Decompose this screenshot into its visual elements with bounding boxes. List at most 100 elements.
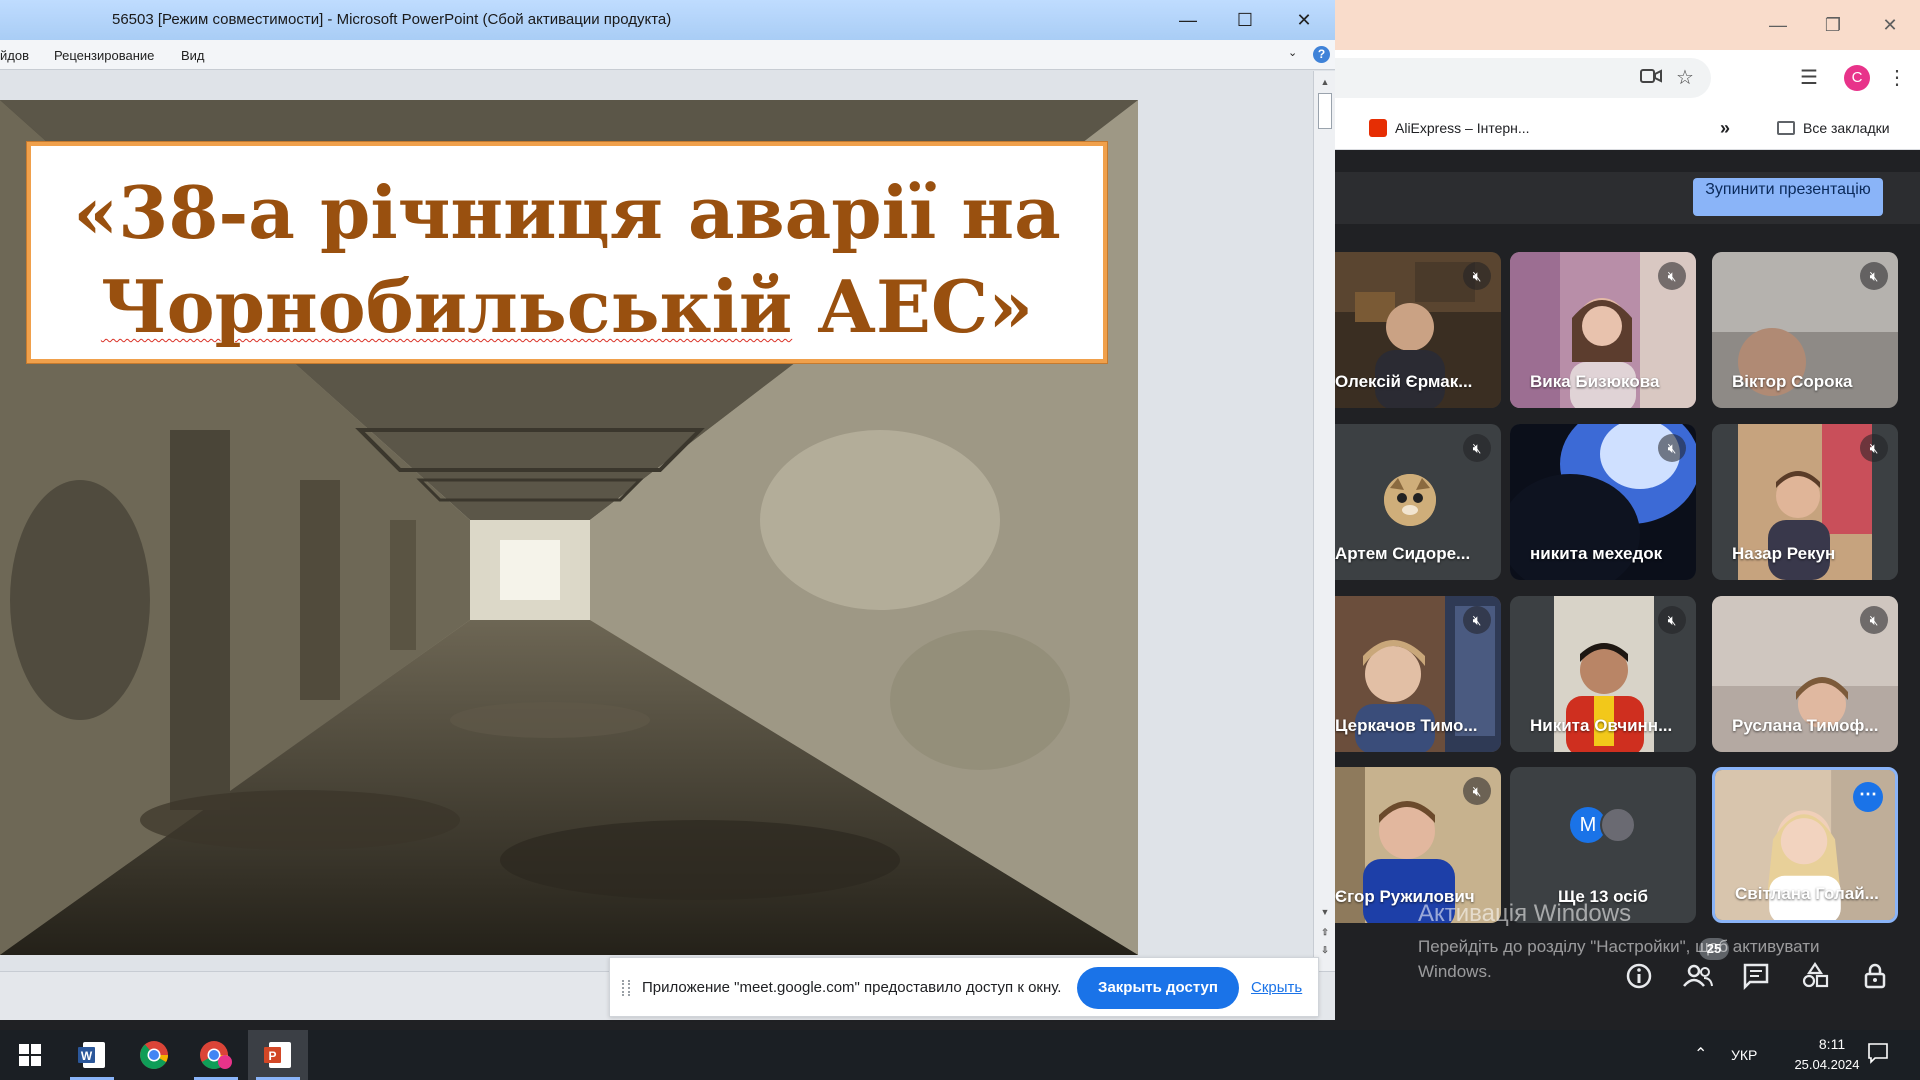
address-bar[interactable]: ☆ [1335, 58, 1711, 98]
notifications-icon[interactable] [1867, 1042, 1889, 1067]
clock-date[interactable]: 25.04.2024 [1777, 1057, 1877, 1072]
participant-tile[interactable]: 🔇︎ Олексій Єрмак... [1315, 252, 1501, 408]
host-controls-icon[interactable] [1857, 962, 1893, 998]
participant-name: Артем Сидоре... [1335, 544, 1471, 563]
input-language[interactable]: УКР [1731, 1047, 1757, 1063]
participant-tile[interactable]: 🔇︎ Церкачов Тимо... [1315, 596, 1501, 752]
all-bookmarks-label: Все закладки [1803, 120, 1890, 136]
share-message: Приложение "meet.google.com" предоставил… [642, 979, 1062, 996]
minimize-icon[interactable]: — [1168, 6, 1208, 34]
previous-slide-icon[interactable]: ⇧ [1314, 927, 1336, 938]
clock-time[interactable]: 8:11 [1797, 1036, 1867, 1052]
participant-tile[interactable]: 🔇︎ Артем Сидоре... [1315, 424, 1501, 580]
scroll-thumb[interactable] [1318, 93, 1332, 129]
camera-icon[interactable] [1637, 64, 1665, 92]
windows-activation-watermark: Активація Windows Перейдіть до розділу "… [1418, 900, 1820, 984]
tab-view[interactable]: Вид [181, 48, 205, 63]
next-slide-icon[interactable]: ⇩ [1314, 945, 1336, 956]
mic-off-icon: 🔇︎ [1658, 262, 1686, 290]
ribbon-collapse-icon[interactable]: ⌄ [1288, 46, 1297, 59]
word-icon: W [78, 1042, 105, 1068]
participant-tile[interactable]: 🔇︎ Никита Овчинн... [1510, 596, 1696, 752]
all-bookmarks[interactable]: Все закладки [1777, 117, 1890, 139]
bookmark-aliexpress-label: AliExpress – Інтерн... [1395, 120, 1530, 136]
misspelled-word: Чорнобильській [100, 264, 793, 349]
maximize-icon[interactable]: ☐ [1225, 6, 1265, 34]
powerpoint-icon: P [264, 1042, 291, 1068]
stop-sharing-button[interactable]: Закрыть доступ [1077, 967, 1239, 1009]
powerpoint-titlebar: 56503 [Режим совместимости] - Microsoft … [0, 0, 1335, 40]
more-options-icon[interactable]: ⋯ [1853, 782, 1883, 812]
hide-link[interactable]: Скрыть [1251, 979, 1302, 996]
svg-text:P: P [268, 1049, 276, 1063]
participant-tile[interactable]: 🔇︎ Руслана Тимоф... [1712, 596, 1898, 752]
show-hidden-icons[interactable]: ⌃ [1694, 1044, 1707, 1064]
mic-off-icon: 🔇︎ [1658, 434, 1686, 462]
taskbar-chrome-profile[interactable] [186, 1030, 246, 1080]
slide[interactable]: «38-а річниця аварії на Чорнобильській А… [0, 100, 1138, 955]
chrome-profile-icon [200, 1041, 232, 1069]
participant-tile[interactable]: 🔇︎ Вика Бизюкова [1510, 252, 1696, 408]
slide-title-box[interactable]: «38-а річниця аварії на Чорнобильській А… [27, 142, 1107, 363]
chrome-icon [140, 1041, 168, 1069]
scroll-down-icon[interactable]: ▼ [1314, 907, 1336, 917]
profile-avatar[interactable]: C [1844, 65, 1870, 91]
bookmarks-bar: AliExpress – Інтерн... » Все закладки [1335, 106, 1920, 150]
mic-off-icon: 🔇︎ [1463, 777, 1491, 805]
mic-off-icon: 🔇︎ [1860, 262, 1888, 290]
start-button[interactable] [0, 1030, 60, 1080]
media-controls-icon[interactable]: ☰ [1795, 64, 1823, 92]
ribbon-tabs: йдов Рецензирование Вид ⌄ ? [0, 40, 1335, 70]
close-icon[interactable]: ✕ [1284, 6, 1324, 34]
activation-line2: Windows. [1418, 962, 1492, 981]
chrome-window: — ❐ ✕ ☆ ☰ C ⋮ AliExpress – Інтерн... » В… [1315, 0, 1920, 1030]
participant-name: Вика Бизюкова [1530, 372, 1660, 391]
minimize-icon[interactable]: — [1765, 12, 1791, 38]
menu-kebab-icon[interactable]: ⋮ [1883, 64, 1911, 92]
slide-title-line1: «38-а річниця аварії на [73, 170, 1061, 255]
mic-off-icon: 🔇︎ [1860, 434, 1888, 462]
windows-logo-icon [19, 1044, 41, 1066]
vertical-scrollbar[interactable]: ▲ ▼ ⇧ ⇩ [1313, 71, 1335, 971]
chrome-titlebar: — ❐ ✕ [1335, 0, 1920, 50]
stop-presenting-button[interactable]: Зупинити презентацію [1693, 178, 1883, 216]
participant-name: Церкачов Тимо... [1335, 716, 1478, 735]
more-bookmarks-icon[interactable]: » [1720, 117, 1730, 139]
help-icon[interactable]: ? [1313, 46, 1330, 63]
drag-handle-icon[interactable] [622, 980, 630, 996]
taskbar-chrome[interactable] [124, 1030, 184, 1080]
participant-name: Віктор Сорока [1732, 372, 1853, 391]
restore-icon[interactable]: ❐ [1820, 12, 1846, 38]
participant-tile[interactable]: 🔇︎ никита мехедок [1510, 424, 1696, 580]
mic-off-icon: 🔇︎ [1658, 606, 1686, 634]
taskbar-word[interactable]: W [62, 1030, 122, 1080]
mic-off-icon: 🔇︎ [1463, 606, 1491, 634]
window-title: 56503 [Режим совместимости] - Microsoft … [112, 11, 672, 28]
participant-name: Назар Рекун [1732, 544, 1836, 563]
aliexpress-icon [1369, 119, 1387, 137]
powerpoint-window: 56503 [Режим совместимости] - Microsoft … [0, 0, 1335, 1020]
taskbar: W P ⌃ УКР 8:11 25.04.2024 [0, 1030, 1920, 1080]
activation-line1: Перейдіть до розділу "Настройки", щоб ак… [1418, 937, 1820, 956]
tab-slideshow[interactable]: йдов [0, 48, 29, 63]
participant-name: Руслана Тимоф... [1732, 716, 1879, 735]
taskbar-powerpoint[interactable]: P [248, 1030, 308, 1080]
participant-tile[interactable]: 🔇︎ Віктор Сорока [1712, 252, 1898, 408]
screen-share-notification: Приложение "meet.google.com" предоставил… [609, 957, 1319, 1017]
bookmark-star-icon[interactable]: ☆ [1671, 64, 1699, 92]
mic-off-icon: 🔇︎ [1860, 606, 1888, 634]
scroll-up-icon[interactable]: ▲ [1314, 77, 1336, 87]
close-icon[interactable]: ✕ [1877, 12, 1903, 38]
chrome-toolbar: ☆ ☰ C ⋮ [1335, 50, 1920, 106]
svg-text:W: W [81, 1049, 93, 1063]
tab-review[interactable]: Рецензирование [54, 48, 154, 63]
cat-avatar [1384, 474, 1436, 526]
activation-title: Активація Windows [1418, 900, 1632, 927]
participant-name: никита мехедок [1530, 544, 1663, 563]
mic-off-icon: 🔇︎ [1463, 262, 1491, 290]
bookmark-aliexpress[interactable]: AliExpress – Інтерн... [1369, 117, 1530, 139]
participant-tile[interactable]: 🔇︎ Назар Рекун [1712, 424, 1898, 580]
mic-off-icon: 🔇︎ [1463, 434, 1491, 462]
slide-title-line2-rest: АЕС» [792, 264, 1034, 349]
folder-icon [1777, 121, 1795, 135]
